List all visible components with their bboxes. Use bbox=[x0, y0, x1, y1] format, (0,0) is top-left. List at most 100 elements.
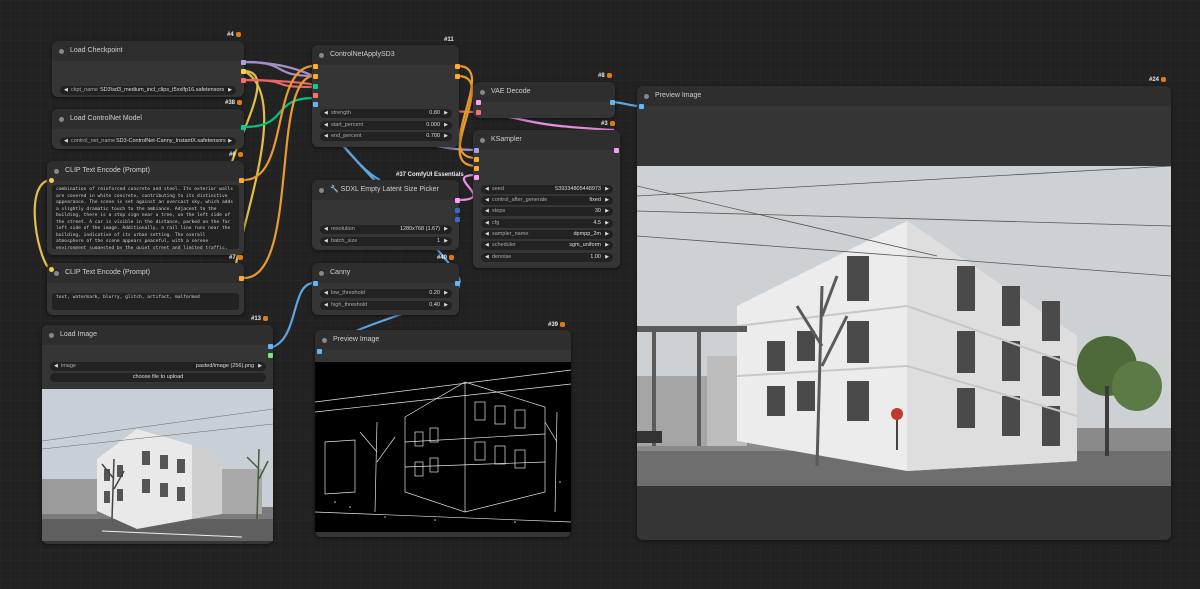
arrow-right-icon[interactable]: ▶ bbox=[605, 241, 609, 250]
arrow-right-icon[interactable]: ▶ bbox=[444, 289, 448, 298]
widget-batch-size[interactable]: ◀ batch_size 1 ▶ bbox=[320, 237, 452, 246]
input-slot-negative[interactable] bbox=[313, 74, 318, 79]
node-title[interactable]: CLIP Text Encode (Prompt) bbox=[47, 161, 244, 181]
input-slot-latent[interactable] bbox=[474, 175, 479, 180]
arrow-left-icon[interactable]: ◀ bbox=[485, 207, 489, 216]
arrow-right-icon[interactable]: ▶ bbox=[605, 207, 609, 216]
control-net-name-selector[interactable]: ◀ control_net_name SD3-ControlNet-Canny_… bbox=[60, 137, 236, 146]
arrow-right-icon[interactable]: ▶ bbox=[258, 362, 262, 371]
output-slot-image[interactable] bbox=[610, 100, 615, 105]
arrow-right-icon[interactable]: ▶ bbox=[605, 219, 609, 228]
node-sdxl-latent-picker[interactable]: 🔧 SDXL Empty Latent Size Picker ◀ resolu… bbox=[312, 180, 459, 250]
arrow-right-icon[interactable]: ▶ bbox=[228, 86, 232, 95]
input-slot-images[interactable] bbox=[317, 349, 322, 354]
output-slot-image[interactable] bbox=[455, 281, 460, 286]
node-preview-image-result[interactable]: Preview Image bbox=[637, 86, 1171, 540]
node-title[interactable]: ControlNetApplySD3 bbox=[312, 45, 459, 65]
node-clip-text-positive[interactable]: CLIP Text Encode (Prompt) combination of… bbox=[47, 161, 244, 255]
image-selector[interactable]: ◀ image pasted/image (256).png ▶ bbox=[50, 362, 266, 371]
node-clip-text-negative[interactable]: CLIP Text Encode (Prompt) text, watermar… bbox=[47, 263, 244, 315]
input-slot-image[interactable] bbox=[313, 102, 318, 107]
node-load-controlnet[interactable]: Load ControlNet Model ◀ control_net_name… bbox=[52, 109, 244, 149]
input-slot-control-net[interactable] bbox=[313, 84, 318, 89]
arrow-left-icon[interactable]: ◀ bbox=[324, 225, 328, 234]
input-slot-model[interactable] bbox=[474, 148, 479, 153]
arrow-left-icon[interactable]: ◀ bbox=[324, 132, 328, 141]
widget-cfg[interactable]: ◀ cfg 4.5 ▶ bbox=[481, 219, 613, 228]
arrow-left-icon[interactable]: ◀ bbox=[485, 253, 489, 262]
output-slot-clip[interactable] bbox=[241, 69, 246, 74]
input-slot-clip[interactable] bbox=[49, 267, 54, 272]
arrow-right-icon[interactable]: ▶ bbox=[444, 121, 448, 130]
node-title[interactable]: 🔧 SDXL Empty Latent Size Picker bbox=[312, 180, 459, 200]
output-slot-vae[interactable] bbox=[241, 78, 246, 83]
widget-seed[interactable]: ◀ seed 539334805448973 ▶ bbox=[481, 185, 613, 194]
node-title[interactable]: Load ControlNet Model bbox=[52, 109, 244, 129]
widget-scheduler[interactable]: ◀ scheduler sgm_uniform ▶ bbox=[481, 241, 613, 250]
output-slot-image[interactable] bbox=[268, 344, 273, 349]
node-load-image[interactable]: Load Image ◀ image pasted/image (256).pn… bbox=[42, 325, 273, 544]
node-title[interactable]: KSampler bbox=[473, 130, 620, 150]
node-title[interactable]: Canny bbox=[312, 263, 459, 283]
arrow-right-icon[interactable]: ▶ bbox=[605, 196, 609, 205]
input-slot-vae[interactable] bbox=[313, 93, 318, 98]
widget-control-after-generate[interactable]: ◀ control_after_generate fixed ▶ bbox=[481, 196, 613, 205]
prompt-textarea[interactable]: combination of reinforced concrete and s… bbox=[52, 185, 239, 249]
node-title[interactable]: VAE Decode bbox=[473, 82, 615, 102]
node-vae-decode[interactable]: VAE Decode bbox=[473, 82, 615, 118]
input-slot-samples[interactable] bbox=[476, 100, 481, 105]
node-load-checkpoint[interactable]: Load Checkpoint ◀ ckpt_name SD3\sd3_medi… bbox=[52, 41, 244, 97]
node-ksampler[interactable]: KSampler ◀ seed 539334805448973 ▶ ◀ cont… bbox=[473, 130, 620, 268]
prompt-textarea[interactable]: text, watermark, blurry, glitch, artifac… bbox=[52, 293, 239, 310]
input-slot-clip[interactable] bbox=[49, 178, 54, 183]
output-slot-latent[interactable] bbox=[455, 198, 460, 203]
widget-resolution[interactable]: ◀ resolution 1280x768 (1.67) ▶ bbox=[320, 225, 452, 234]
arrow-left-icon[interactable]: ◀ bbox=[485, 219, 489, 228]
node-title[interactable]: Preview Image bbox=[315, 330, 571, 350]
arrow-left-icon[interactable]: ◀ bbox=[324, 109, 328, 118]
arrow-left-icon[interactable]: ◀ bbox=[324, 289, 328, 298]
input-slot-positive[interactable] bbox=[474, 157, 479, 162]
node-title[interactable]: Load Image bbox=[42, 325, 273, 345]
widget-sampler-name[interactable]: ◀ sampler_name dpmpp_2m ▶ bbox=[481, 230, 613, 239]
node-title[interactable]: CLIP Text Encode (Prompt) bbox=[47, 263, 244, 283]
arrow-right-icon[interactable]: ▶ bbox=[444, 301, 448, 310]
output-slot-height[interactable] bbox=[455, 217, 460, 222]
output-slot-control-net[interactable] bbox=[241, 125, 246, 130]
output-slot-conditioning[interactable] bbox=[239, 276, 244, 281]
node-title[interactable]: Load Checkpoint bbox=[52, 41, 244, 61]
arrow-right-icon[interactable]: ▶ bbox=[605, 253, 609, 262]
widget-steps[interactable]: ◀ steps 30 ▶ bbox=[481, 207, 613, 216]
node-controlnet-apply-sd3[interactable]: ControlNetApplySD3 ◀ strength 0.80 ▶ ◀ s… bbox=[312, 45, 459, 147]
arrow-left-icon[interactable]: ◀ bbox=[64, 86, 68, 95]
arrow-right-icon[interactable]: ▶ bbox=[228, 137, 232, 146]
arrow-left-icon[interactable]: ◀ bbox=[54, 362, 58, 371]
output-slot-conditioning[interactable] bbox=[239, 178, 244, 183]
output-slot-latent[interactable] bbox=[614, 148, 619, 153]
widget-low-threshold[interactable]: ◀ low_threshold 0.20 ▶ bbox=[320, 289, 452, 298]
node-title[interactable]: Preview Image bbox=[637, 86, 1171, 106]
arrow-left-icon[interactable]: ◀ bbox=[64, 137, 68, 146]
input-slot-images[interactable] bbox=[639, 104, 644, 109]
widget-start-percent[interactable]: ◀ start_percent 0.000 ▶ bbox=[320, 121, 452, 130]
arrow-left-icon[interactable]: ◀ bbox=[485, 185, 489, 194]
choose-file-button[interactable]: choose file to upload bbox=[50, 373, 266, 382]
arrow-right-icon[interactable]: ▶ bbox=[444, 132, 448, 141]
arrow-left-icon[interactable]: ◀ bbox=[324, 301, 328, 310]
output-slot-model[interactable] bbox=[241, 60, 246, 65]
widget-denoise[interactable]: ◀ denoise 1.00 ▶ bbox=[481, 253, 613, 262]
input-slot-negative[interactable] bbox=[474, 166, 479, 171]
widget-high-threshold[interactable]: ◀ high_threshold 0.40 ▶ bbox=[320, 301, 452, 310]
arrow-right-icon[interactable]: ▶ bbox=[444, 225, 448, 234]
arrow-left-icon[interactable]: ◀ bbox=[324, 121, 328, 130]
arrow-right-icon[interactable]: ▶ bbox=[605, 185, 609, 194]
arrow-right-icon[interactable]: ▶ bbox=[444, 109, 448, 118]
widget-end-percent[interactable]: ◀ end_percent 0.700 ▶ bbox=[320, 132, 452, 141]
arrow-left-icon[interactable]: ◀ bbox=[324, 237, 328, 246]
output-slot-positive[interactable] bbox=[455, 64, 460, 69]
arrow-left-icon[interactable]: ◀ bbox=[485, 196, 489, 205]
input-slot-vae[interactable] bbox=[476, 110, 481, 115]
node-preview-image-canny[interactable]: Preview Image bbox=[315, 330, 571, 537]
output-slot-width[interactable] bbox=[455, 208, 460, 213]
arrow-right-icon[interactable]: ▶ bbox=[444, 237, 448, 246]
